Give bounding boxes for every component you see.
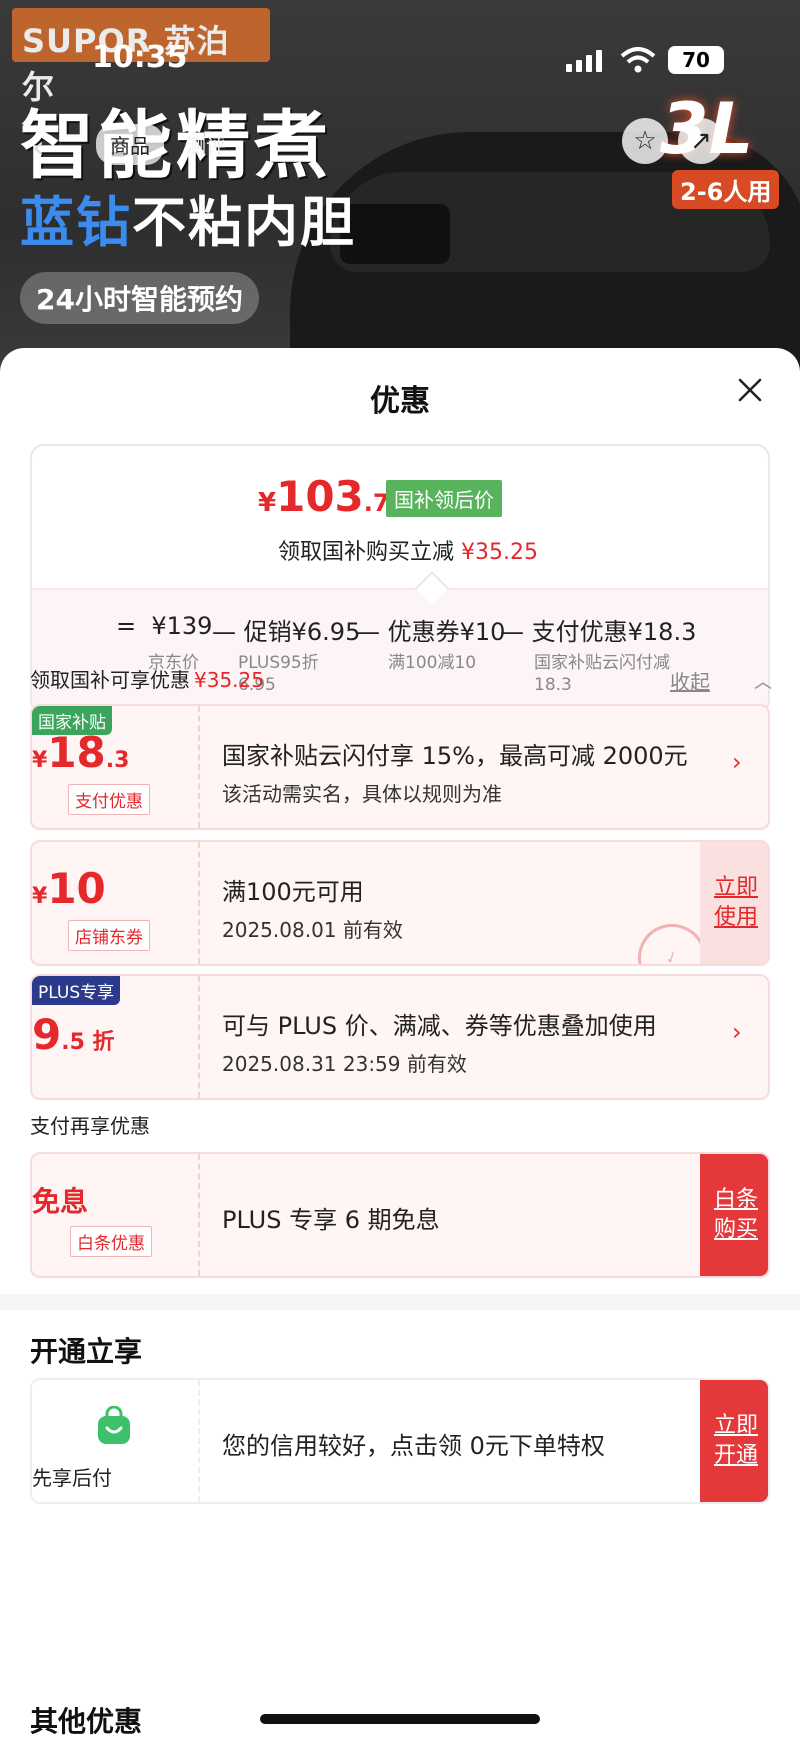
coupon-title: 满100元可用 — [222, 878, 364, 906]
section-divider — [0, 1294, 800, 1310]
back-icon[interactable]: ‹ — [32, 128, 45, 166]
coupon-divider — [198, 842, 200, 964]
coupon-title: 可与 PLUS 价、满减、券等优惠叠加使用 — [222, 1012, 657, 1040]
coupon-national-subsidy[interactable]: 国家补贴 ¥18.3 支付优惠 国家补贴云闪付享 15%，最高可减 2000元 … — [30, 704, 770, 830]
coupon-amount: ¥10 — [32, 864, 106, 913]
formula-item: — 促销¥6.95 — [212, 618, 361, 646]
coupon-amount: 9.5 折 — [32, 1010, 115, 1059]
pay-later-offer[interactable]: 先享后付 您的信用较好，点击领 0元下单特权 立即 开通 — [30, 1378, 770, 1504]
coupon-plus[interactable]: PLUS专享 9.5 折 可与 PLUS 价、满减、券等优惠叠加使用 2025.… — [30, 974, 770, 1100]
collapse-link[interactable]: 收起 — [670, 666, 710, 695]
offer-category: 白条优惠 — [70, 1226, 152, 1257]
other-section-title: 其他优惠 — [30, 1705, 143, 1738]
formula-item: — 优惠券¥10 — [356, 618, 506, 646]
coupon-desc: 2025.08.31 23:59 前有效 — [222, 1052, 467, 1076]
available-offers-label: 领取国补可享优惠 ¥35.25 — [30, 668, 264, 692]
close-icon[interactable] — [730, 370, 770, 410]
feature-pill: 24小时智能预约 — [20, 272, 259, 324]
offer-desc: PLUS 专享 6 期免息 — [222, 1206, 440, 1234]
final-price: ¥103.75 — [258, 472, 406, 521]
coupon-desc: 该活动需实名，具体以规则为准 — [222, 782, 502, 806]
use-now-button[interactable]: 立即 使用 — [700, 842, 768, 964]
baitiao-offer[interactable]: 免息 白条优惠 PLUS 专享 6 期免息 白条 购买 — [30, 1152, 770, 1278]
pay-later-desc: 您的信用较好，点击领 0元下单特权 — [222, 1432, 605, 1460]
signal-icon — [566, 50, 602, 72]
nav-actions: ☆ ↗ — [622, 118, 724, 164]
wifi-icon — [620, 47, 656, 73]
formula-note: 国家补贴云闪付减 18.3 — [534, 653, 670, 695]
coupon-divider — [198, 1380, 200, 1502]
coupon-corner-tag: PLUS专享 — [32, 976, 121, 1005]
tab-product[interactable]: 商品 — [96, 124, 164, 165]
share-icon[interactable]: ↗ — [678, 118, 724, 164]
open-section-title: 开通立享 — [30, 1335, 143, 1368]
pay-section-label: 支付再享优惠 — [30, 1114, 150, 1138]
coupon-divider — [198, 706, 200, 828]
shopping-bag-icon — [98, 1406, 130, 1444]
coupon-title: 国家补贴云闪付享 15%，最高可减 2000元 — [222, 742, 688, 770]
tab-review[interactable]: 测评 — [172, 124, 240, 165]
open-now-button[interactable]: 立即 开通 — [700, 1380, 768, 1502]
formula-item: — 支付优惠¥18.3 — [500, 618, 697, 646]
cooker-panel — [340, 204, 450, 264]
coupon-divider — [198, 976, 200, 1098]
status-time: 10:35 — [92, 40, 188, 75]
hero-subline: 蓝钻不粘内胆 — [20, 191, 356, 254]
coupon-amount: ¥18.3 — [32, 728, 130, 777]
price-formula: = ¥139 — 促销¥6.95 — 优惠券¥10 — 支付优惠¥18.3 京东… — [32, 588, 768, 712]
capacity-people: 2-6人用 — [672, 170, 780, 209]
formula-item: = ¥139 — [116, 612, 213, 640]
price-tag: 国补领后价 — [386, 480, 502, 517]
coupon-desc: 2025.08.01 前有效 — [222, 918, 403, 942]
offer-title: 免息 — [32, 1185, 89, 1218]
chevron-right-icon[interactable]: › — [732, 1018, 742, 1046]
chevron-right-icon[interactable]: › — [732, 748, 742, 776]
product-hero: SUPOR 苏泊尔 10:35 70 智能精煮 蓝钻不粘内胆 24小时智能预约 … — [0, 0, 800, 380]
baitiao-buy-button[interactable]: 白条 购买 — [700, 1154, 768, 1276]
formula-note: 满100减10 — [388, 653, 477, 673]
star-icon[interactable]: ☆ — [622, 118, 668, 164]
reduce-text: 领取国补购买立减 ¥35.25 — [278, 540, 538, 565]
coupon-divider — [198, 1154, 200, 1276]
product-nav-tabs: 商品 测评 — [96, 124, 240, 165]
home-indicator — [260, 1714, 540, 1724]
summary-top: ¥103.75 国补领后价 领取国补购买立减 ¥35.25 — [32, 446, 768, 588]
chevron-up-icon[interactable]: ︿ — [754, 668, 772, 694]
battery-icon: 70 — [668, 46, 724, 74]
pay-later-label: 先享后付 — [32, 1466, 112, 1490]
coupon-category: 支付优惠 — [68, 784, 150, 815]
sheet-title: 优惠 — [370, 384, 430, 419]
coupon-category: 店铺东券 — [68, 920, 150, 951]
coupon-store[interactable]: ¥10 店铺东券 满100元可用 2025.08.01 前有效 ✓ 立即 使用 — [30, 840, 770, 966]
offers-sheet: 优惠 ¥103.75 国补领后价 领取国补购买立减 ¥35.25 = ¥139 … — [0, 348, 800, 1738]
